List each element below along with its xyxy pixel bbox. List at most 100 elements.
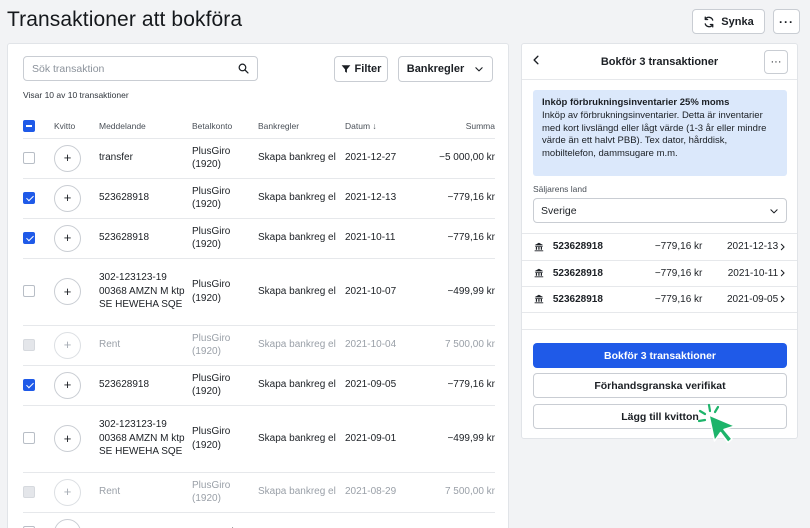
row-select-cell: [23, 177, 54, 218]
add-receipt-button[interactable]: +: [54, 331, 81, 359]
account-cell: Företagsk: [192, 511, 258, 528]
col-date: Datum: [345, 120, 371, 131]
more-icon: ···: [770, 56, 782, 68]
row-select-cell: [23, 137, 54, 178]
selected-ref: 523628918: [552, 267, 603, 279]
search-input[interactable]: [32, 62, 222, 75]
bank-rule-cell[interactable]: Skapa bankreg el: [258, 471, 345, 512]
bank-rule-cell[interactable]: Skapa bankreg el: [258, 257, 345, 325]
account-cell: PlusGiro (1920): [192, 471, 258, 512]
receipt-cell: +: [54, 404, 99, 472]
date-cell: 2021-10-07: [345, 257, 417, 325]
row-checkbox[interactable]: [23, 338, 35, 351]
bank-rule-cell[interactable]: Skapa bankreg el: [258, 137, 345, 178]
add-receipt-button[interactable]: +: [54, 518, 81, 528]
seller-country-select[interactable]: Sverige: [533, 198, 787, 223]
bank-icon: [534, 242, 544, 252]
amount-cell: −499,99 kr: [417, 257, 495, 325]
bank-rule-cell[interactable]: Skapa bankreg el: [258, 364, 345, 405]
preview-voucher-button[interactable]: Förhandsgranska verifikat: [533, 373, 787, 398]
date-cell: [345, 511, 417, 528]
table-row[interactable]: +302-123123-19 00368 AMZN M ktp SE HEWEH…: [23, 257, 495, 325]
selected-amount: −779,16 kr: [654, 241, 703, 253]
panel-more-button[interactable]: ···: [764, 50, 788, 74]
selected-ref: 523628918: [552, 293, 603, 305]
date-cell: 2021-08-29: [345, 471, 417, 512]
col-bank-rules[interactable]: Bankregler: [258, 114, 345, 138]
row-checkbox[interactable]: [23, 432, 35, 445]
table-row[interactable]: + Företagsk: [23, 511, 495, 528]
account-cell: PlusGiro (1920): [192, 257, 258, 325]
col-date-sort[interactable]: Datum ↓: [345, 114, 417, 138]
row-checkbox[interactable]: [23, 191, 35, 204]
add-receipts-button[interactable]: Lägg till kvitton: [533, 404, 787, 429]
selected-transaction-row[interactable]: 523628918 −779,16 kr 2021-10-11: [522, 259, 797, 287]
table-row[interactable]: + Rent PlusGiro (1920) Skapa bankreg el 2021…: [23, 324, 495, 365]
table-row[interactable]: +523628918 PlusGiro (1920) Skapa bankreg e…: [23, 177, 495, 218]
search-icon: [238, 63, 249, 74]
message-cell: 302-123123-19 00368 AMZN M ktp SE HEWEHA…: [99, 257, 192, 325]
bank-icon: [534, 268, 544, 278]
add-receipt-button[interactable]: +: [54, 478, 81, 506]
table-row[interactable]: + transfer PlusGiro (1920) Skapa bankreg el…: [23, 137, 495, 178]
bank-rule-cell[interactable]: Skapa bankreg el: [258, 217, 345, 258]
refresh-icon: [704, 15, 714, 28]
sort-desc-icon: ↓: [372, 120, 377, 131]
bank-rule-cell[interactable]: [258, 511, 345, 528]
table-row[interactable]: +523628918 PlusGiro (1920) Skapa bankreg e…: [23, 364, 495, 405]
filter-button[interactable]: Filter: [334, 56, 388, 82]
chevron-down-icon: [475, 67, 483, 72]
account-cell: PlusGiro (1920): [192, 217, 258, 258]
bank-rule-cell[interactable]: Skapa bankreg el: [258, 324, 345, 365]
message-cell: 523628918: [99, 364, 192, 405]
search-field[interactable]: [23, 56, 258, 81]
row-checkbox[interactable]: [23, 485, 35, 498]
add-receipt-button[interactable]: +: [54, 371, 81, 399]
selected-amount: −779,16 kr: [654, 267, 703, 279]
transactions-panel: Filter Bankregler Visar 10 av 10 transak…: [7, 43, 509, 528]
date-cell: 2021-10-04: [345, 324, 417, 365]
amount-cell: 7 500,00 kr: [417, 471, 495, 512]
add-receipt-button[interactable]: +: [54, 425, 81, 452]
add-receipt-button[interactable]: +: [54, 184, 81, 212]
account-cell: PlusGiro (1920): [192, 177, 258, 218]
row-checkbox[interactable]: [23, 285, 35, 298]
col-receipt: Kvitto: [54, 120, 76, 131]
table-row[interactable]: + Rent PlusGiro (1920) Skapa bankreg el 2021…: [23, 471, 495, 512]
selected-transactions-list: 523628918 −779,16 kr 2021-12-13 523628918 −7…: [522, 233, 797, 313]
divider: [522, 329, 797, 330]
col-account[interactable]: Betalkonto: [192, 114, 258, 138]
date-cell: 2021-09-05: [345, 364, 417, 405]
row-checkbox[interactable]: [23, 378, 35, 391]
add-receipt-button[interactable]: +: [54, 224, 81, 252]
row-checkbox[interactable]: [23, 151, 35, 164]
table-header-row: Kvitto Meddelande Betalkonto Bankregler …: [23, 114, 495, 138]
selected-transaction-row[interactable]: 523628918 −779,16 kr 2021-09-05: [522, 286, 797, 313]
bank-rule-cell[interactable]: Skapa bankreg el: [258, 404, 345, 472]
receipt-cell: +: [54, 217, 99, 258]
row-select-cell: [23, 404, 54, 472]
col-amount[interactable]: Summa: [417, 114, 495, 138]
table-row[interactable]: +523628918 PlusGiro (1920) Skapa bankreg e…: [23, 217, 495, 258]
booking-panel-title: Bokför 3 transaktioner: [600, 56, 719, 68]
book-transactions-button[interactable]: Bokför 3 transaktioner: [533, 343, 787, 368]
date-cell: 2021-12-27: [345, 137, 417, 178]
bank-rules-dropdown[interactable]: Bankregler: [398, 56, 493, 82]
row-checkbox[interactable]: [23, 231, 35, 244]
sync-button[interactable]: Synka: [692, 9, 765, 34]
col-message[interactable]: Meddelande: [99, 114, 192, 138]
bank-rule-cell[interactable]: Skapa bankreg el: [258, 177, 345, 218]
seller-country-label: Säljarens land: [533, 184, 587, 194]
add-receipt-button[interactable]: +: [54, 278, 81, 305]
bank-rules-label: Bankregler: [406, 63, 465, 75]
seller-country-value: Sverige: [541, 204, 577, 217]
table-row[interactable]: +302-123123-19 00368 AMZN M ktp SE HEWEH…: [23, 404, 495, 472]
cursor-click-icon: [697, 403, 736, 444]
selected-transaction-row[interactable]: 523628918 −779,16 kr 2021-12-13: [522, 233, 797, 260]
more-options-button[interactable]: ···: [773, 9, 800, 34]
add-receipt-button[interactable]: +: [54, 144, 81, 172]
message-cell: 302-123123-19 00368 AMZN M ktp SE HEWEHA…: [99, 404, 192, 472]
select-all-checkbox[interactable]: [23, 119, 35, 132]
row-select-cell: [23, 471, 54, 512]
bank-icon: [534, 294, 544, 304]
